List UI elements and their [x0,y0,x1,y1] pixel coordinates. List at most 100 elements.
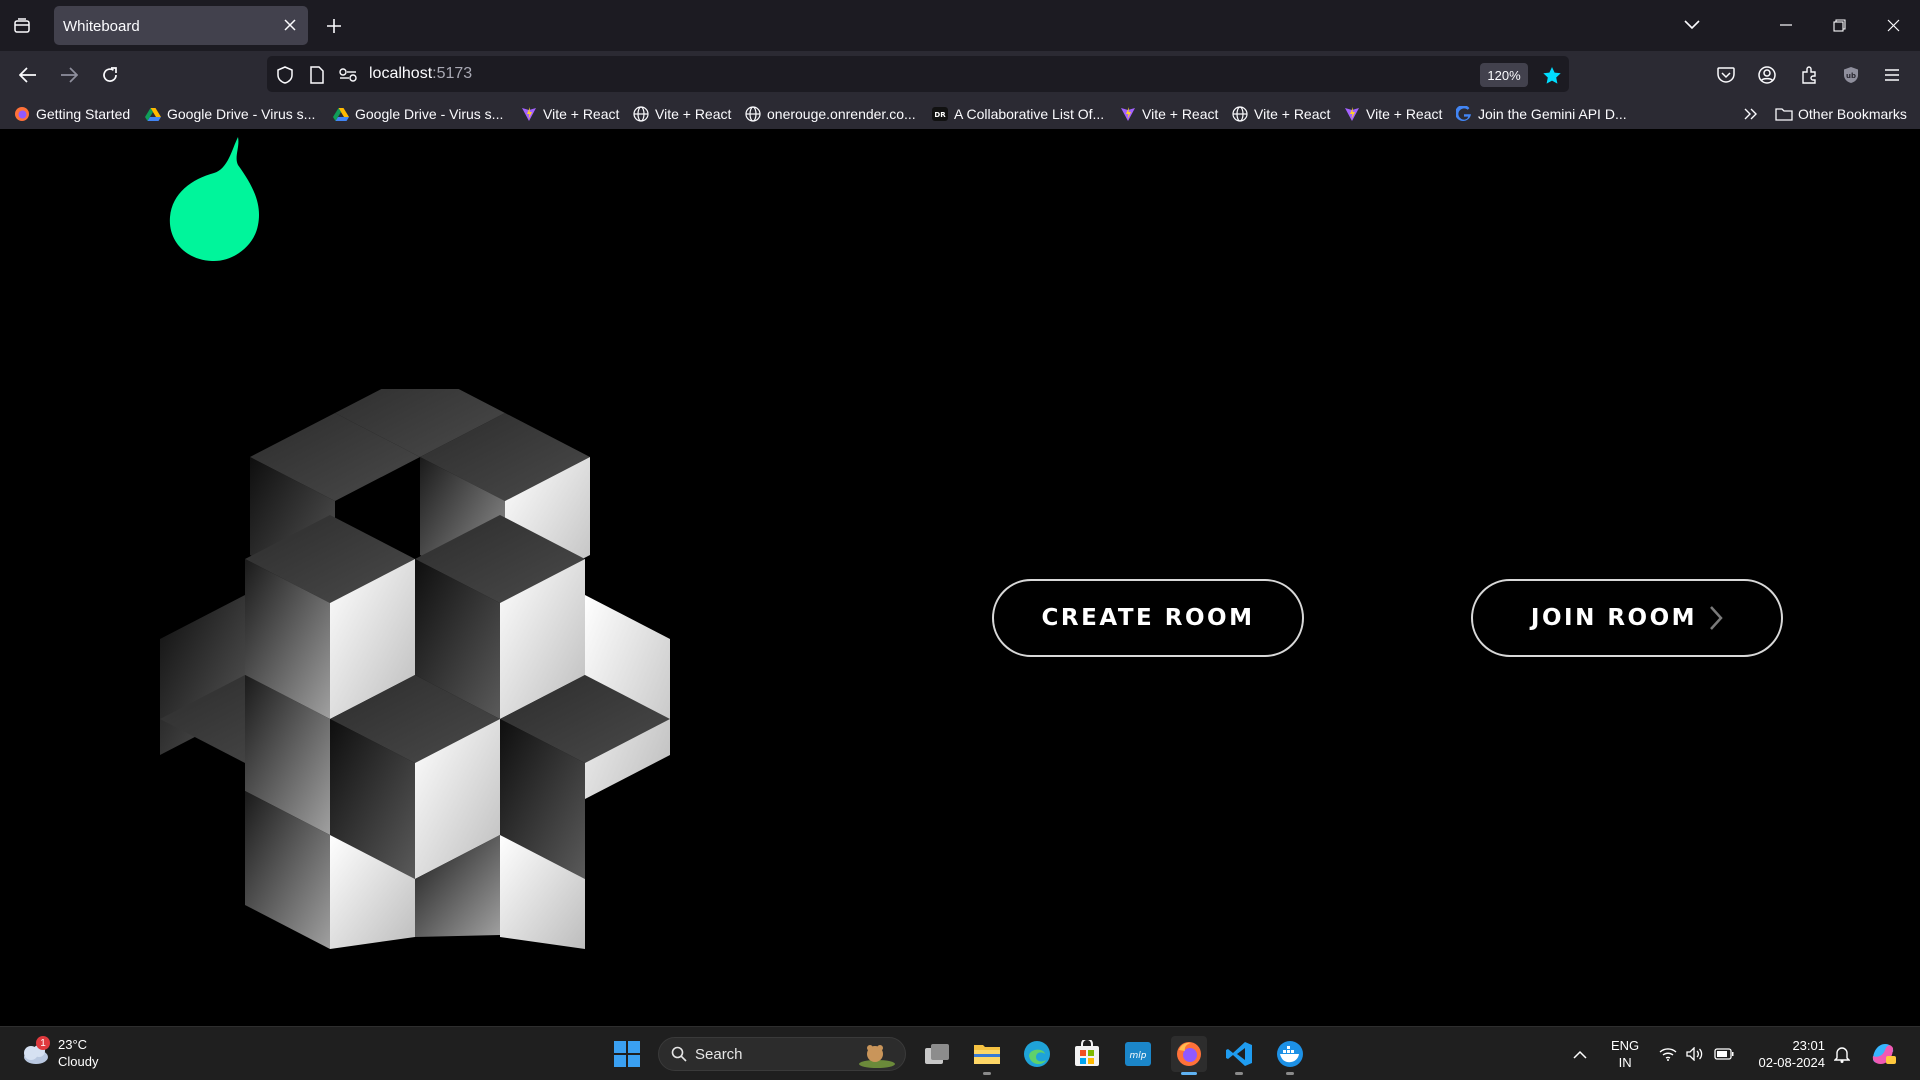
docker-icon[interactable] [1272,1036,1308,1075]
url-text[interactable]: localhost:5173 [369,65,472,83]
vite-icon [1344,106,1360,122]
pocket-icon[interactable] [1712,61,1740,89]
wifi-icon[interactable] [1658,1042,1678,1066]
url-host: localhost [369,65,433,82]
whiteboard-landing-page: CREATE ROOM JOIN ROOM [0,129,1920,1026]
search-icon [671,1046,687,1062]
bookmark-item[interactable]: DR A Collaborative List Of... [932,103,1104,125]
cube-cluster-illustration [160,389,670,949]
vite-icon [1120,106,1136,122]
svg-text:mlp: mlp [1130,1051,1147,1061]
extensions-icon[interactable] [1795,61,1823,89]
battery-icon[interactable] [1713,1042,1735,1066]
bookmark-label: Vite + React [1142,106,1219,122]
vscode-icon[interactable] [1221,1036,1257,1075]
zoom-level-button[interactable]: 120% [1480,63,1528,87]
close-tab-icon[interactable] [281,16,299,34]
volume-icon[interactable] [1685,1042,1705,1066]
firefox-icon [14,106,30,122]
clock-time: 23:01 [1792,1038,1825,1053]
menu-icon[interactable] [1878,61,1906,89]
file-explorer-icon[interactable] [969,1036,1005,1075]
show-hidden-icons-chevron-icon[interactable] [1572,1042,1588,1066]
reload-icon[interactable] [96,61,124,89]
bookmark-label: Join the Gemini API D... [1478,106,1627,122]
create-room-button[interactable]: CREATE ROOM [992,579,1304,657]
bookmark-label: onerouge.onrender.co... [767,106,916,122]
firefox-taskbar-icon[interactable] [1171,1036,1207,1075]
svg-text:ub: ub [1846,72,1856,80]
system-clock[interactable]: 23:01 02-08-2024 [1745,1037,1826,1071]
bookmark-label: Google Drive - Virus s... [355,106,504,122]
bookmark-label: Vite + React [543,106,620,122]
list-all-tabs-icon[interactable] [1677,12,1707,38]
weather-widget[interactable]: 1 23°C Cloudy [18,1036,98,1070]
bookmark-item[interactable]: Google Drive - Virus s... [145,103,315,125]
weather-temperature: 23°C [58,1037,88,1052]
clock-date: 02-08-2024 [1758,1055,1826,1070]
dr-icon: DR [932,106,948,122]
site-permissions-icon[interactable] [338,65,358,85]
account-icon[interactable] [1753,61,1781,89]
bookmark-item[interactable]: Vite + React [1120,103,1218,125]
microsoft-store-icon[interactable] [1069,1036,1105,1072]
new-tab-icon[interactable] [322,14,346,38]
other-bookmarks-label: Other Bookmarks [1798,106,1907,122]
taskbar-search-box[interactable]: Search [658,1037,906,1071]
tab-bar: Whiteboard [0,0,1920,51]
restore-icon[interactable] [1824,12,1854,38]
edge-browser-icon[interactable] [1019,1036,1055,1072]
weather-notification-badge: 1 [36,1036,50,1050]
language-code: ENG [1611,1038,1640,1053]
bookmarks-overflow-icon[interactable] [1740,103,1762,125]
bookmark-item[interactable]: Vite + React [633,103,731,125]
running-indicator [1286,1072,1294,1075]
google-drive-icon [145,106,161,122]
tab-list-icon[interactable] [10,14,34,38]
forward-icon[interactable] [55,61,83,89]
shield-icon[interactable] [275,65,295,85]
bookmark-label: A Collaborative List Of... [954,106,1105,122]
bookmark-item[interactable]: Vite + React [521,103,619,125]
bookmark-label: Getting Started [36,106,131,122]
search-highlight-icon [857,1040,897,1068]
url-bar[interactable]: localhost:5173 120% [267,56,1569,92]
other-bookmarks[interactable]: Other Bookmarks [1775,103,1907,125]
create-room-label: CREATE ROOM [1041,605,1255,631]
bookmark-star-icon[interactable] [1540,63,1564,87]
bookmark-item[interactable]: onerouge.onrender.co... [745,103,916,125]
svg-text:DR: DR [934,111,946,119]
bookmark-label: Vite + React [655,106,732,122]
close-window-icon[interactable] [1878,12,1908,38]
google-drive-icon [333,106,349,122]
tab-title: Whiteboard [63,18,140,35]
minimize-icon[interactable] [1771,12,1801,38]
mysql-workbench-icon[interactable]: mlp [1120,1036,1156,1072]
app-logo-drop-icon [169,137,260,262]
bookmark-item[interactable]: Getting Started [14,103,130,125]
globe-icon [745,106,761,122]
bookmark-item[interactable]: Google Drive - Virus s... [333,103,503,125]
join-room-button[interactable]: JOIN ROOM [1471,579,1783,657]
bookmark-label: Vite + React [1366,106,1443,122]
weather-condition: Cloudy [58,1054,99,1069]
notifications-icon[interactable] [1832,1042,1852,1066]
bookmarks-toolbar: Getting Started Google Drive - Virus s..… [0,97,1920,129]
vite-icon [521,106,537,122]
task-view-icon[interactable] [919,1036,955,1072]
join-room-label: JOIN ROOM [1530,605,1698,631]
input-language-indicator[interactable]: ENG IN [1611,1037,1639,1071]
page-icon[interactable] [307,65,327,85]
ublock-icon[interactable]: ub [1837,61,1865,89]
bookmark-item[interactable]: Vite + React [1344,103,1442,125]
windows-taskbar: 1 23°C Cloudy Search mlp ENG IN 23:01 02… [0,1026,1920,1080]
cloudy-weather-icon: 1 [18,1036,52,1068]
back-icon[interactable] [14,61,42,89]
tab-whiteboard[interactable]: Whiteboard [54,6,308,45]
bookmark-label: Vite + React [1254,106,1331,122]
start-button[interactable] [609,1036,645,1072]
copilot-icon[interactable] [1868,1039,1898,1069]
running-indicator [983,1072,991,1075]
bookmark-item[interactable]: Join the Gemini API D... [1456,103,1627,125]
bookmark-item[interactable]: Vite + React [1232,103,1330,125]
